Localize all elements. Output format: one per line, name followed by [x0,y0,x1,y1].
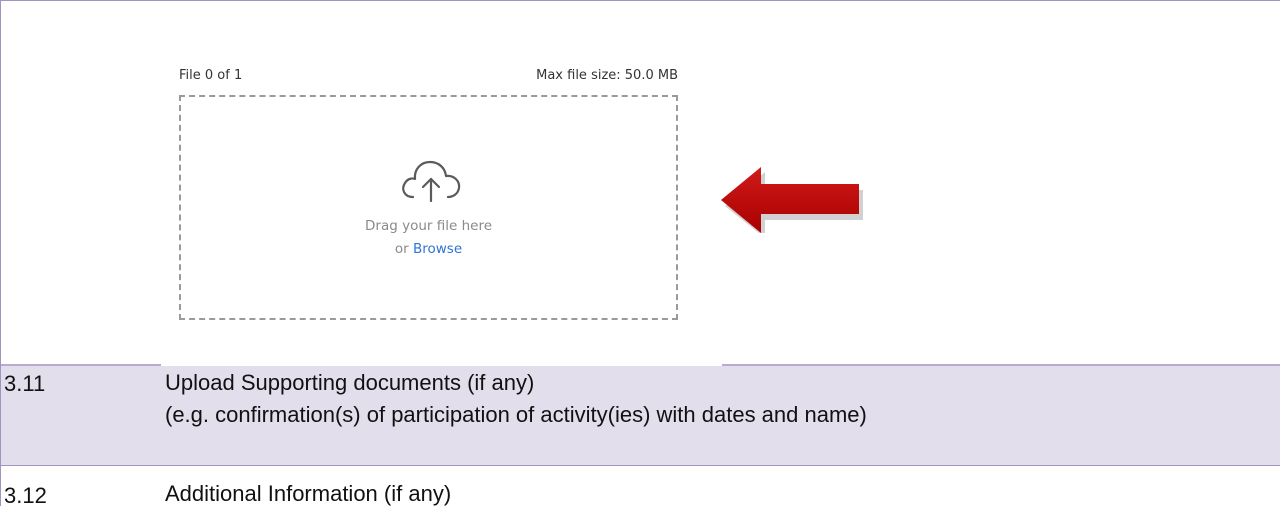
browse-line: or Browse [181,241,676,257]
row-title: Additional Information (if any) [165,481,452,506]
row-number: 3.12 [4,483,47,508]
row-title: Upload Supporting documents (if any) [165,370,535,395]
row-number: 3.11 [4,371,46,396]
table-row: 3.11 Upload Supporting documents (if any… [1,366,1280,466]
file-dropzone[interactable]: Drag your file here or Browse [179,95,678,320]
row-description: (e.g. confirmation(s) of participation o… [165,402,867,427]
max-file-size-label: Max file size: 50.0 MB [536,68,678,83]
red-arrow-left-icon [721,167,863,233]
cloud-upload-icon [402,160,461,203]
browse-link[interactable]: Browse [413,241,462,257]
drag-file-text: Drag your file here [365,218,492,234]
file-count-label: File 0 of 1 [179,68,243,83]
form-table: File 0 of 1 Max file size: 50.0 MB Drag … [0,0,1280,508]
or-text: or [394,241,409,257]
table-row: 3.12 Additional Information (if any) [1,466,1280,508]
upload-section: File 0 of 1 Max file size: 50.0 MB Drag … [1,1,1280,365]
